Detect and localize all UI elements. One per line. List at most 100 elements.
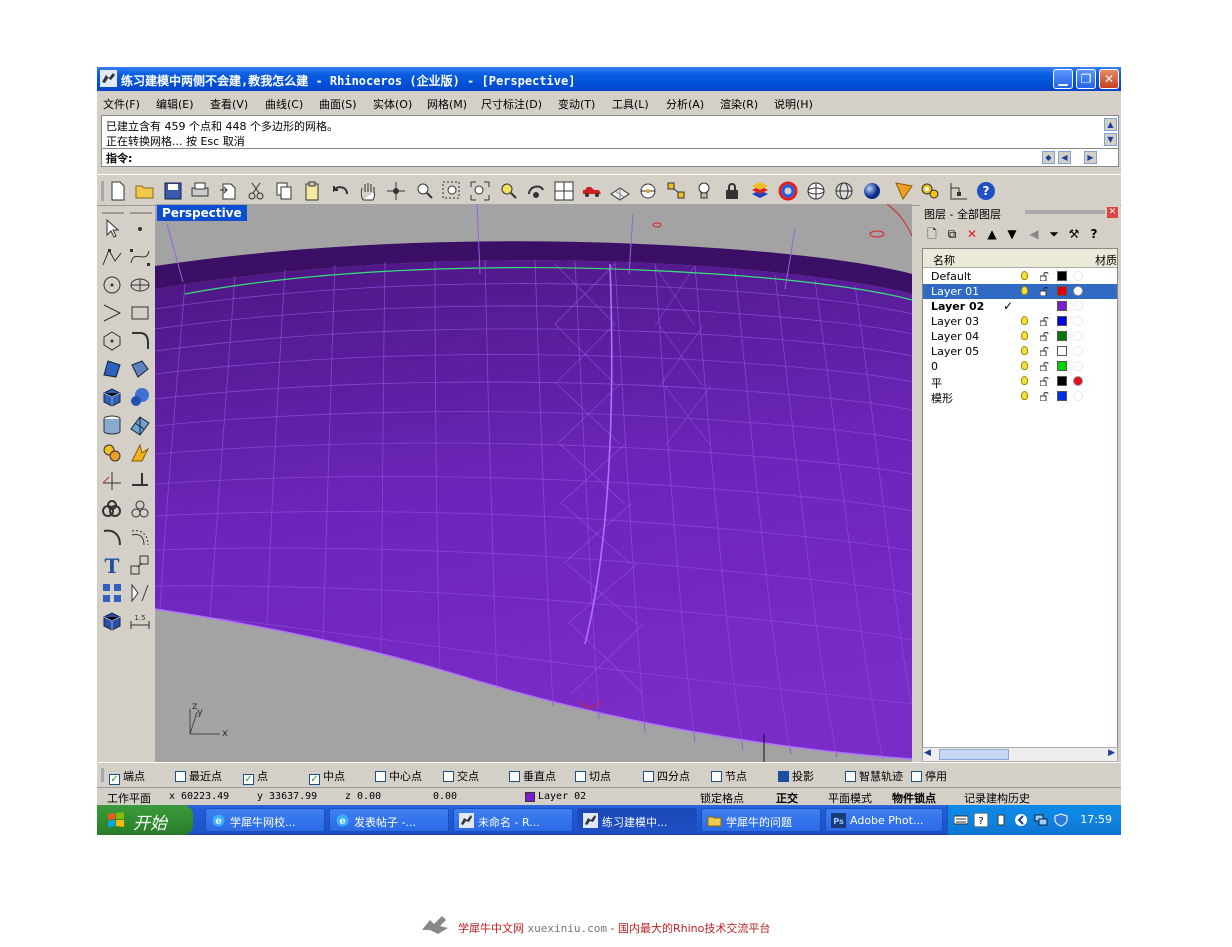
menu-analyze[interactable]: 分析(A) — [666, 96, 704, 112]
material-icon[interactable] — [1073, 391, 1083, 401]
layer-name[interactable]: Layer 03 — [931, 315, 979, 328]
osnap-checkbox[interactable] — [845, 771, 856, 782]
history-scroll-down-button[interactable]: ▼ — [1104, 133, 1117, 146]
taskbar-button[interactable]: Ps Adobe Phot... — [825, 808, 943, 832]
unlock-icon[interactable] — [1040, 287, 1049, 296]
osnap-option[interactable]: ✓ 点 — [243, 768, 268, 785]
layer-color-swatch[interactable] — [1057, 376, 1067, 386]
unlock-icon[interactable] — [1040, 272, 1049, 281]
status-layer-name[interactable]: Layer 02 — [538, 791, 586, 802]
layer-name[interactable]: Layer 04 — [931, 330, 979, 343]
move-up-icon[interactable]: ▲ — [984, 226, 1000, 242]
zoom-dynamic-icon[interactable] — [441, 180, 463, 202]
layer-color-swatch[interactable] — [1057, 316, 1067, 326]
ellipse-icon[interactable] — [128, 273, 152, 297]
boolean-tools-icon[interactable] — [100, 441, 124, 465]
join-icon[interactable] — [100, 497, 124, 521]
split-icon[interactable] — [128, 469, 152, 493]
layer-color-swatch[interactable] — [1057, 361, 1067, 371]
osnap-checkbox[interactable] — [443, 771, 454, 782]
light-bulb-icon[interactable] — [1021, 316, 1028, 325]
layer-row[interactable]: Layer 02 ✓ — [923, 299, 1117, 314]
osnap-checkbox[interactable] — [643, 771, 654, 782]
layer-color-swatch[interactable] — [1057, 271, 1067, 281]
delete-layer-icon[interactable]: ✕ — [964, 226, 980, 242]
osnap-checkbox[interactable] — [911, 771, 922, 782]
layer-color-swatch[interactable] — [1057, 346, 1067, 356]
layer-name[interactable]: Layer 05 — [931, 345, 979, 358]
open-folder-icon[interactable] — [134, 180, 156, 202]
status-ortho[interactable]: 正交 — [776, 790, 798, 806]
new-sublayer-icon[interactable]: ⧉ — [944, 226, 960, 242]
group-icon[interactable] — [128, 497, 152, 521]
dimension-icon[interactable] — [947, 180, 969, 202]
osnap-option[interactable]: 智慧轨迹 — [845, 768, 903, 784]
menu-dimension[interactable]: 尺寸标注(D) — [481, 96, 542, 112]
filter-icon[interactable]: ⏷ — [1046, 226, 1062, 242]
material-icon[interactable] — [1073, 301, 1083, 311]
osnap-option[interactable]: 最近点 — [175, 768, 222, 784]
osnap-option[interactable]: 投影 — [778, 768, 814, 784]
perspective-viewport[interactable]: z y x Perspective — [155, 204, 912, 762]
light-bulb-icon[interactable] — [1021, 391, 1028, 400]
layers-panel-close-icon[interactable]: ✕ — [1107, 207, 1118, 218]
fillet-curve-icon[interactable] — [128, 329, 152, 353]
clock[interactable]: 17:59 — [1080, 813, 1112, 826]
osnap-grip[interactable] — [101, 768, 104, 782]
polygon-icon[interactable] — [100, 329, 124, 353]
taskbar-button[interactable]: 练习建模中... — [577, 808, 697, 832]
material-icon[interactable] — [1073, 286, 1083, 296]
select-arrow-icon[interactable] — [100, 217, 124, 241]
osnap-option[interactable]: 切点 — [575, 768, 611, 784]
mesh-plane-icon[interactable] — [128, 413, 152, 437]
object-snap-icon[interactable] — [637, 180, 659, 202]
layer-name[interactable]: 模形 — [931, 390, 953, 406]
cylinder-icon[interactable] — [100, 413, 124, 437]
color-wheel-icon[interactable] — [777, 180, 799, 202]
scroll-left-icon[interactable]: ◀ — [924, 748, 931, 758]
layer-row[interactable]: Layer 05 — [923, 344, 1117, 359]
new-file-icon[interactable] — [107, 180, 129, 202]
layer-row[interactable]: Layer 04 — [923, 329, 1117, 344]
layer-color-swatch[interactable] — [1057, 301, 1067, 311]
taskbar-button[interactable]: e 发表帖子 -... — [329, 808, 449, 832]
scroll-right-icon[interactable]: ▶ — [1108, 748, 1115, 758]
dimension-tools-icon[interactable]: 1.5 — [128, 609, 152, 633]
array-icon[interactable] — [100, 581, 124, 605]
save-icon[interactable] — [162, 180, 184, 202]
osnap-checkbox[interactable] — [375, 771, 386, 782]
layer-name[interactable]: 0 — [931, 360, 938, 373]
osnap-checkbox[interactable]: ✓ — [109, 774, 120, 785]
viewport-canvas[interactable] — [155, 204, 912, 762]
material-icon[interactable] — [1073, 346, 1083, 356]
layer-row[interactable]: Layer 01 — [923, 284, 1117, 299]
light-bulb-icon[interactable] — [1021, 331, 1028, 340]
scroll-thumb[interactable] — [939, 749, 1009, 760]
taskbar-button[interactable]: 学犀牛的问题 — [701, 808, 821, 832]
mirror-icon[interactable] — [128, 581, 152, 605]
light-bulb-icon[interactable] — [1021, 346, 1028, 355]
solid-tools-icon[interactable] — [100, 609, 124, 633]
sphere-solid-icon[interactable] — [128, 385, 152, 409]
sphere-rendered-icon[interactable] — [861, 180, 883, 202]
status-cplane[interactable]: 工作平面 — [107, 790, 151, 806]
zoom-extents-icon[interactable] — [469, 180, 491, 202]
restore-button[interactable]: ❐ — [1076, 69, 1096, 89]
layer-name[interactable]: Default — [931, 270, 971, 283]
undo-icon[interactable] — [329, 180, 351, 202]
command-prev-button[interactable]: ◀ — [1058, 151, 1071, 164]
command-input[interactable] — [136, 150, 1036, 164]
paste-icon[interactable] — [301, 180, 323, 202]
polyline-icon[interactable] — [100, 245, 124, 269]
grid-plane-icon[interactable] — [609, 180, 631, 202]
mesh-surface[interactable] — [155, 260, 912, 759]
keyboard-icon[interactable] — [954, 813, 968, 827]
light-bulb-icon[interactable] — [1021, 271, 1028, 280]
material-icon[interactable] — [1073, 271, 1083, 281]
history-scroll-up-button[interactable]: ▲ — [1104, 118, 1117, 131]
status-record-history[interactable]: 记录建构历史 — [964, 790, 1030, 806]
render-icon[interactable] — [893, 180, 915, 202]
status-grid-snap[interactable]: 锁定格点 — [700, 790, 744, 806]
osnap-checkbox[interactable] — [175, 771, 186, 782]
layer-row[interactable]: 平 — [923, 374, 1117, 390]
